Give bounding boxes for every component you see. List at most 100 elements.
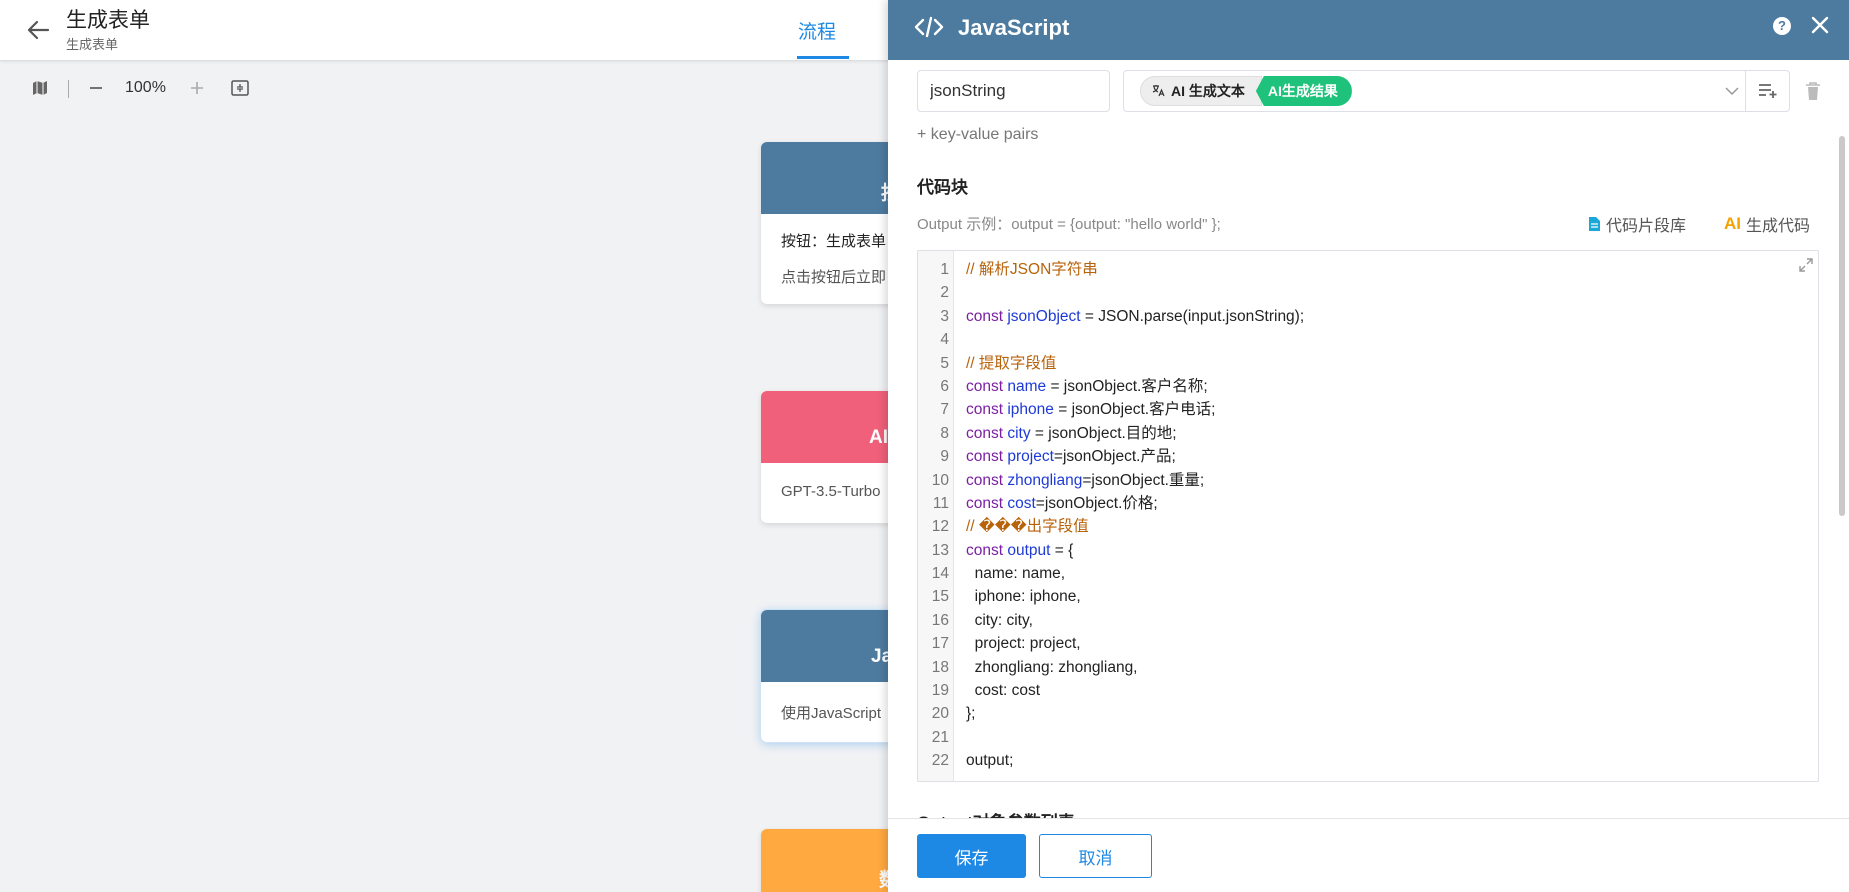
fit-view-icon[interactable] — [228, 76, 252, 100]
chevron-down-icon[interactable] — [1724, 83, 1740, 99]
code-line: 4 — [918, 328, 1818, 351]
code-line: 21 — [918, 726, 1818, 749]
code-line: 22 output; — [918, 749, 1818, 772]
line-code: const city = jsonObject.目的地; — [966, 422, 1177, 445]
line-code: city: city, — [966, 609, 1033, 632]
line-number: 13 — [931, 541, 949, 559]
line-code: const jsonObject = JSON.parse(input.json… — [966, 305, 1304, 328]
code-line: 13 const output = { — [918, 539, 1818, 562]
key-input[interactable] — [917, 70, 1110, 112]
trash-icon[interactable] — [1804, 80, 1822, 102]
node-text: 点击按钮后立即 — [781, 269, 887, 286]
code-token: =jsonObject.产品; — [1053, 448, 1176, 466]
code-token: // 解析JSON字符串 — [966, 261, 1098, 278]
line-number: 6 — [940, 377, 949, 395]
line-code: output; — [966, 749, 1013, 772]
code-line: 10 const zhongliang=jsonObject.重量; — [918, 469, 1818, 492]
expand-icon[interactable] — [1798, 257, 1814, 273]
zoom-in-button[interactable] — [185, 76, 209, 100]
code-line: 5 // 提取字段值 — [918, 352, 1818, 375]
line-number: 4 — [940, 331, 949, 349]
line-number: 22 — [931, 752, 949, 770]
line-number: 21 — [931, 728, 949, 746]
node-text: 按钮：生成表单 — [781, 233, 887, 250]
line-code: const iphone = jsonObject.客户电话; — [966, 398, 1215, 421]
code-line: 16 city: city, — [918, 609, 1818, 632]
code-token: name: name, — [966, 565, 1066, 583]
code-line: 3 const jsonObject = JSON.parse(input.jso… — [918, 305, 1818, 328]
line-code: const output = { — [966, 539, 1073, 562]
code-content: 1 // 解析JSON字符串 2 3 const jsonObject = JSON.p… — [918, 258, 1818, 773]
save-button[interactable]: 保存 — [917, 834, 1026, 878]
line-number: 16 — [931, 611, 949, 629]
code-line: 9 const project=jsonObject.产品; — [918, 445, 1818, 468]
code-token: = jsonObject.客户电话; — [1053, 401, 1216, 419]
code-token: = jsonObject.目的地; — [1030, 424, 1177, 442]
zoom-level: 100% — [125, 79, 166, 96]
code-token: const — [966, 448, 1008, 466]
code-line: 17 project: project, — [918, 632, 1818, 655]
translate-icon — [1151, 83, 1165, 100]
code-editor[interactable]: 1 // 解析JSON字符串 2 3 const jsonObject = JSON.p… — [917, 250, 1819, 782]
line-number: 11 — [932, 494, 949, 512]
line-number: 1 — [940, 261, 949, 278]
tab-flow[interactable]: 流程 — [798, 17, 836, 44]
value-select[interactable]: AI 生成文本 AI生成结果 — [1123, 70, 1746, 112]
line-code: iphone: iphone, — [966, 585, 1081, 608]
code-line: 8 const city = jsonObject.目的地; — [918, 422, 1818, 445]
code-token: =jsonObject.重量; — [1082, 471, 1205, 489]
code-token: iphone: iphone, — [966, 588, 1081, 606]
code-token: cost: cost — [966, 682, 1041, 700]
add-key-value-button[interactable]: + key-value pairs — [917, 126, 1038, 144]
line-number: 5 — [940, 354, 949, 372]
line-code: // 提取字段值 — [966, 352, 1056, 375]
cancel-button[interactable]: 取消 — [1039, 834, 1152, 878]
variable-list-button[interactable] — [1746, 70, 1790, 112]
help-icon[interactable]: ? — [1773, 17, 1791, 35]
document-icon — [1589, 217, 1600, 231]
line-code: const cost=jsonObject.价格; — [966, 492, 1158, 515]
panel-scrollbar[interactable] — [1839, 136, 1845, 516]
tag-ai-label: AI 生成文本 — [1171, 83, 1245, 99]
code-token: cost — [1007, 494, 1036, 512]
code-token: = jsonObject.客户名称; — [1046, 377, 1208, 395]
zoom-out-button[interactable] — [84, 76, 108, 100]
code-line: 15 iphone: iphone, — [918, 585, 1818, 608]
code-token: = { — [1050, 541, 1074, 559]
code-token: zhongliang: zhongliang, — [966, 658, 1138, 676]
code-token: const — [966, 377, 1008, 395]
code-token: project: project, — [966, 635, 1081, 653]
line-code: cost: cost — [966, 679, 1040, 702]
line-number: 19 — [931, 682, 949, 700]
snippet-library-label: 代码片段库 — [1606, 218, 1687, 235]
code-token: const — [966, 401, 1008, 419]
code-token: // 提取字段值 — [966, 354, 1057, 372]
code-line: 6 const name = jsonObject.客户名称; — [918, 375, 1818, 398]
code-block-title: 代码块 — [917, 178, 968, 197]
line-number: 3 — [940, 307, 949, 325]
code-token: project — [1007, 448, 1054, 466]
code-line: 7 const iphone = jsonObject.客户电话; — [918, 398, 1818, 421]
code-line: 1 // 解析JSON字符串 — [918, 258, 1818, 281]
code-token: name — [1007, 377, 1047, 395]
line-number: 8 — [940, 424, 949, 442]
node-text: GPT-3.5-Turbo — [781, 483, 881, 500]
code-token: zhongliang — [1007, 471, 1083, 489]
close-icon[interactable] — [1808, 13, 1832, 37]
code-token: iphone — [1007, 401, 1054, 419]
code-line: 2 — [918, 281, 1818, 304]
generate-code-button[interactable]: AI 生成代码 — [1724, 212, 1810, 236]
line-code: // ���出字段值 — [966, 515, 1089, 538]
line-number: 2 — [940, 284, 949, 302]
map-icon[interactable] — [28, 76, 52, 100]
code-token: const — [966, 494, 1008, 512]
code-token: const — [966, 471, 1008, 489]
playlist-add-icon — [1758, 84, 1776, 98]
line-code: const zhongliang=jsonObject.重量; — [966, 469, 1204, 492]
code-token: city: city, — [966, 611, 1033, 629]
code-token: const — [966, 541, 1008, 559]
code-token: const — [966, 424, 1008, 442]
line-number: 7 — [940, 401, 949, 419]
snippet-library-button[interactable]: 代码片段库 — [1588, 212, 1686, 236]
back-arrow-icon[interactable] — [22, 14, 54, 46]
